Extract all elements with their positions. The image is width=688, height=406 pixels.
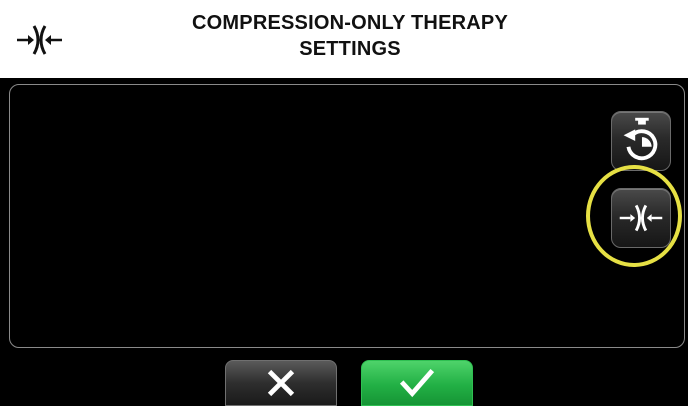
device-screen: COMPRESSION-ONLY THERAPY SETTINGS bbox=[0, 0, 688, 406]
timer-reset-icon bbox=[623, 117, 658, 161]
close-icon bbox=[267, 369, 295, 397]
check-icon bbox=[399, 368, 435, 398]
header-bar: COMPRESSION-ONLY THERAPY SETTINGS bbox=[0, 0, 688, 78]
confirm-button[interactable] bbox=[361, 360, 473, 406]
timer-button[interactable] bbox=[611, 111, 671, 171]
content-panel bbox=[9, 84, 685, 348]
page-title-line1: COMPRESSION-ONLY THERAPY bbox=[192, 12, 508, 34]
page-title: COMPRESSION-ONLY THERAPY SETTINGS bbox=[100, 10, 600, 62]
compression-icon bbox=[619, 204, 663, 232]
compression-icon bbox=[17, 25, 62, 55]
page-title-line2: SETTINGS bbox=[299, 38, 401, 60]
cancel-button[interactable] bbox=[225, 360, 337, 406]
compression-button[interactable] bbox=[611, 188, 671, 248]
